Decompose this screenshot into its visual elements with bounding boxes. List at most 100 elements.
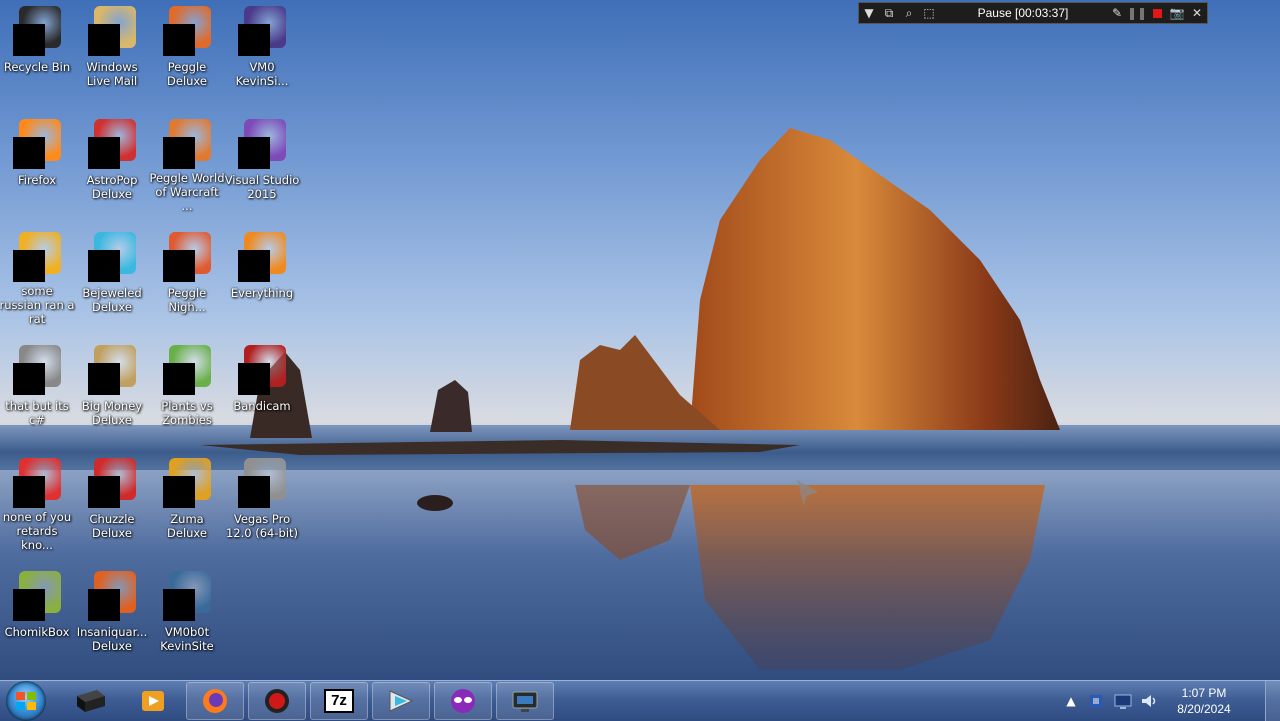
desktop-icon-label: Peggle Nigh... [167,286,207,314]
desktop-icon-label: Recycle Bin [3,60,71,74]
that-but-its-c-icon [13,345,61,395]
chomikbox-icon [13,571,61,621]
desktop-icon-insaniquar-deluxe[interactable]: Insaniquar... Deluxe [75,565,149,665]
close-icon[interactable]: ✕ [1187,3,1207,23]
bandicam-icon [265,689,289,713]
desktop-icon-astropop-deluxe[interactable]: AstroPop Deluxe [75,113,149,213]
desktop-icon-label: Peggle World of Warcraft ... [149,171,225,213]
taskbar-item-virtual-machine[interactable] [496,682,554,720]
astropop-deluxe-icon [88,119,136,169]
windows-live-mail-icon [88,6,136,56]
windows-logo-icon [16,692,36,710]
desktop-icon-chomikbox[interactable]: ChomikBox [0,565,74,665]
chuzzle-deluxe-icon [88,458,136,508]
vm0-kevinsi-icon [238,6,286,56]
desktop-icon-some-russian-ran-a-rat[interactable]: some russian ran a rat [0,226,74,326]
everything-icon [238,232,286,282]
recycle-bin-icon [13,6,61,56]
peggle-deluxe-icon [163,6,211,56]
desktop-icon-bejeweled-deluxe[interactable]: Bejeweled Deluxe [75,226,149,326]
plants-vs-zombies-icon [163,345,211,395]
desktop-icon-windows-live-mail[interactable]: Windows Live Mail [75,0,149,100]
desktop-icon-label: Plants vs Zombies [161,399,213,427]
mask-icon [451,689,475,713]
desktop-icon-label: that but its c# [5,399,69,427]
taskbar-item-media-player[interactable] [124,682,182,720]
desktop-icon-chuzzle-deluxe[interactable]: Chuzzle Deluxe [75,452,149,552]
vm-icon [512,691,538,712]
desktop-icon-label: some russian ran a rat [0,284,75,326]
vegas-pro-icon [389,690,414,712]
desktop-icon-zuma-deluxe[interactable]: Zuma Deluxe [150,452,224,552]
desktop-icon-big-money-deluxe[interactable]: Big Money Deluxe [75,339,149,439]
desktop-icon-that-but-its-c[interactable]: that but its c# [0,339,74,439]
desktop-icon-label: VM0 KevinSi... [235,60,289,88]
show-hidden-icons-icon[interactable]: ▲ [1060,690,1082,712]
select-region-icon[interactable]: ⬚ [919,3,939,23]
recorder-toolbar[interactable]: ▼ ⧉ ⌕ ⬚ Pause [00:03:37] ✎ ❚❚ 📷 ✕ [858,2,1208,24]
clock-time: 1:07 PM [1181,686,1227,700]
desktop-icon-vegas-pro-12-0-64-bit[interactable]: Vegas Pro 12.0 (64-bit) [225,452,299,552]
desktop-icon-peggle-nigh[interactable]: Peggle Nigh... [150,226,224,326]
zuma-deluxe-icon [163,458,211,508]
desktop-icon-recycle-bin[interactable]: Recycle Bin [0,0,74,100]
desktop[interactable]: Recycle Bin Windows Live Mail Peggle Delux… [0,0,1280,680]
desktop-icon-none-of-you-retards-kno[interactable]: none of you retards kno... [0,452,74,552]
big-money-deluxe-icon [88,345,136,395]
bandicam-icon [238,345,286,395]
clock[interactable]: 1:07 PM 8/20/2024 [1168,685,1240,717]
desktop-icon-label: Firefox [17,173,57,187]
vm0b0t-kevinsite-icon [163,571,211,621]
desktop-icon-label: Peggle Deluxe [167,60,207,88]
taskbar-item-firefox[interactable] [186,682,244,720]
desktop-icon-peggle-deluxe[interactable]: Peggle Deluxe [150,0,224,100]
stop-icon[interactable] [1147,3,1167,23]
search-icon[interactable]: ⌕ [899,3,919,23]
recorder-status: Pause [00:03:37] [977,6,1069,20]
camera-icon[interactable]: 📷 [1167,3,1187,23]
insaniquar-deluxe-icon [88,571,136,621]
start-button[interactable] [6,681,46,721]
network-tray-icon[interactable] [1086,690,1108,712]
desktop-icon-plants-vs-zombies[interactable]: Plants vs Zombies [150,339,224,439]
window-mode-icon[interactable]: ⧉ [879,3,899,23]
desktop-icon-label: Bandicam [233,399,291,413]
desktop-icon-vm0-kevinsi[interactable]: VM0 KevinSi... [225,0,299,100]
volume-icon[interactable] [1138,690,1160,712]
taskbar-item-bandicam[interactable] [248,682,306,720]
visual-studio-2015-icon [238,119,286,169]
pencil-icon[interactable]: ✎ [1107,3,1127,23]
vegas-pro-12-0-64-bit-icon [238,458,286,508]
media-player-icon [142,691,164,711]
desktop-icon-label: Big Money Deluxe [81,399,143,427]
desktop-icon-label: ChomikBox [4,625,70,639]
desktop-icon-label: Insaniquar... Deluxe [76,625,148,653]
desktop-icon-peggle-world-of-warcraft[interactable]: Peggle World of Warcraft ... [149,113,225,213]
desktop-icon-label: none of you retards kno... [2,510,72,552]
monitor-tray-icon[interactable] [1112,690,1134,712]
desktop-icon-vm0b0t-kevinsite[interactable]: VM0b0t KevinSite [150,565,224,665]
peggle-world-of-warcraft-icon [163,119,211,169]
dropdown-icon[interactable]: ▼ [859,3,879,23]
none-of-you-retards-kno-icon [13,458,61,508]
desktop-icon-firefox[interactable]: Firefox [0,113,74,213]
desktop-icon-visual-studio-2015[interactable]: Visual Studio 2015 [225,113,299,213]
show-desktop-button[interactable] [1265,681,1280,721]
desktop-icon-label: Windows Live Mail [86,60,138,88]
taskbar-item-mask-app[interactable] [434,682,492,720]
desktop-icon-label: Chuzzle Deluxe [89,512,135,540]
desktop-icon-label: VM0b0t KevinSite [160,625,214,653]
firefox-icon [13,119,61,169]
7zip-icon: 7z [324,689,354,713]
desktop-icon-everything[interactable]: Everything [225,226,299,326]
desktop-icon-bandicam[interactable]: Bandicam [225,339,299,439]
taskbar-item-vegas-pro[interactable] [372,682,430,720]
pause-icon[interactable]: ❚❚ [1127,3,1147,23]
desktop-icon-label: Bejeweled Deluxe [82,286,142,314]
taskbar-item-vm-window[interactable] [62,682,120,720]
system-tray: ▲ 1:07 PM 8/20/2024 [1056,681,1240,721]
taskbar-item-7zip[interactable]: 7z [310,682,368,720]
desktop-icon-label: Zuma Deluxe [167,512,207,540]
bejeweled-deluxe-icon [88,232,136,282]
desktop-icon-label: Visual Studio 2015 [224,173,300,201]
